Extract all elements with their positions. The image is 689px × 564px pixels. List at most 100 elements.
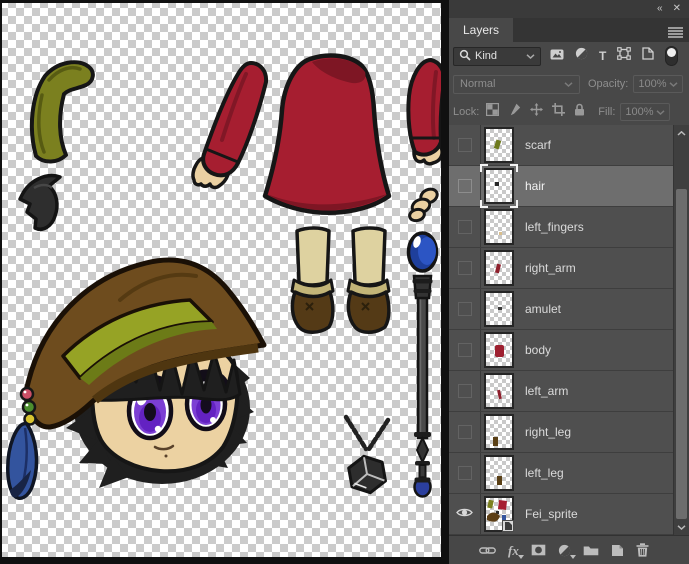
- new-adjustment-layer-icon[interactable]: [558, 544, 571, 557]
- canvas-border-top: [0, 0, 449, 3]
- tab-layers[interactable]: Layers: [449, 18, 513, 42]
- new-layer-icon[interactable]: [611, 544, 624, 557]
- scrollbar-thumb[interactable]: [676, 189, 687, 519]
- layer-row-scarf[interactable]: scarf: [449, 125, 673, 166]
- layer-row-body[interactable]: body: [449, 330, 673, 371]
- dropdown-arrow-icon: [570, 555, 576, 559]
- layer-name[interactable]: hair: [525, 179, 545, 193]
- delete-layer-icon[interactable]: [636, 543, 649, 557]
- visibility-toggle[interactable]: [449, 248, 481, 288]
- layer-thumbnail[interactable]: [484, 127, 514, 163]
- layer-name[interactable]: left_leg: [525, 466, 564, 480]
- smart-objects-filter-icon[interactable]: [642, 47, 654, 65]
- scarf-art: [32, 62, 93, 161]
- thumbnail-select-bracket: [510, 200, 518, 208]
- layer-thumbnail[interactable]: [484, 455, 514, 491]
- filter-bar: Kind T: [449, 42, 689, 70]
- scroll-down-icon[interactable]: [674, 520, 689, 534]
- type-layers-filter-icon[interactable]: T: [599, 50, 606, 62]
- layer-name[interactable]: amulet: [525, 302, 561, 316]
- chevron-down-icon: [669, 78, 678, 90]
- layer-thumbnail[interactable]: [484, 373, 514, 409]
- lock-image-pixels-icon[interactable]: [508, 103, 521, 121]
- document-canvas[interactable]: [0, 0, 449, 564]
- visibility-off-box: [458, 384, 472, 398]
- visibility-toggle[interactable]: [449, 125, 481, 165]
- layer-row-right-arm[interactable]: right_arm: [449, 248, 673, 289]
- layer-row-hair[interactable]: hair: [449, 166, 673, 207]
- lock-all-icon[interactable]: [574, 103, 585, 121]
- visibility-toggle[interactable]: [449, 330, 481, 370]
- lock-position-icon[interactable]: [530, 103, 543, 121]
- fill-value: 100%: [625, 106, 653, 118]
- sprite-artwork: [0, 0, 449, 564]
- layer-thumbnail[interactable]: [484, 291, 514, 327]
- chevron-down-icon: [656, 106, 665, 118]
- canvas-border-bottom: [0, 557, 449, 564]
- visibility-toggle[interactable]: [449, 412, 481, 452]
- visibility-toggle[interactable]: [449, 166, 481, 206]
- pixel-layers-filter-icon[interactable]: [550, 47, 564, 65]
- thumbnail-select-bracket: [480, 200, 488, 208]
- lock-icons: [486, 103, 585, 121]
- visibility-toggle[interactable]: [449, 207, 481, 247]
- head-art: [8, 260, 264, 498]
- layer-row-left-leg[interactable]: left_leg: [449, 453, 673, 494]
- layer-thumbnail[interactable]: [484, 168, 514, 204]
- layer-thumbnail[interactable]: [484, 332, 514, 368]
- layer-row-amulet[interactable]: amulet: [449, 289, 673, 330]
- layer-name[interactable]: left_fingers: [525, 220, 584, 234]
- layer-name[interactable]: body: [525, 343, 551, 357]
- layer-name[interactable]: right_leg: [525, 425, 571, 439]
- layer-name[interactable]: left_arm: [525, 384, 568, 398]
- scroll-up-icon[interactable]: [674, 126, 689, 140]
- layers-bottom-toolbar: fx: [449, 535, 689, 564]
- amulet-art: [346, 417, 388, 496]
- dropdown-arrow-icon: [518, 555, 524, 559]
- lock-artboard-nesting-icon[interactable]: [552, 103, 565, 121]
- blend-mode-dropdown[interactable]: Normal: [453, 75, 580, 94]
- layer-thumbnail[interactable]: [484, 250, 514, 286]
- visibility-toggle[interactable]: [449, 371, 481, 411]
- adjustment-layers-filter-icon[interactable]: [575, 47, 588, 65]
- collapse-panel-icon[interactable]: «: [657, 4, 663, 14]
- layer-name[interactable]: Fei_sprite: [525, 507, 578, 521]
- lock-transparent-pixels-icon[interactable]: [486, 103, 499, 121]
- layer-name[interactable]: right_arm: [525, 261, 576, 275]
- panel-menu-icon[interactable]: [668, 25, 683, 43]
- visibility-toggle[interactable]: [449, 494, 481, 534]
- layer-thumbnail[interactable]: [484, 209, 514, 245]
- blend-mode-value: Normal: [460, 78, 495, 90]
- visibility-toggle[interactable]: [449, 453, 481, 493]
- filter-icons: T: [550, 46, 678, 66]
- layer-list-scrollbar[interactable]: [673, 125, 689, 535]
- layer-row-left-fingers[interactable]: left_fingers: [449, 207, 673, 248]
- layer-name[interactable]: scarf: [525, 138, 551, 152]
- visibility-off-box: [458, 425, 472, 439]
- fill-input[interactable]: 100%: [620, 103, 670, 121]
- layer-thumbnail[interactable]: [484, 496, 514, 532]
- layer-row-fei-sprite[interactable]: Fei_sprite: [449, 494, 673, 535]
- fingers-art: [408, 187, 439, 223]
- visibility-off-box: [458, 261, 472, 275]
- shape-layers-filter-icon[interactable]: [617, 47, 631, 65]
- chevron-down-icon: [564, 78, 573, 90]
- eye-icon: [456, 505, 473, 523]
- add-layer-mask-icon[interactable]: [531, 544, 546, 556]
- layer-row-left-arm[interactable]: left_arm: [449, 371, 673, 412]
- close-panel-icon[interactable]: ✕: [673, 4, 681, 14]
- blend-bar: Normal Opacity: 100%: [449, 70, 689, 98]
- panel-tabbar: Layers: [449, 18, 689, 42]
- layers-panel: « ✕ Layers Kind: [449, 0, 689, 564]
- filtering-toggle[interactable]: [665, 46, 678, 66]
- layer-row-right-leg[interactable]: right_leg: [449, 412, 673, 453]
- link-layers-icon[interactable]: [479, 546, 496, 555]
- visibility-toggle[interactable]: [449, 289, 481, 329]
- opacity-input[interactable]: 100%: [633, 75, 683, 93]
- layer-thumbnail[interactable]: [484, 414, 514, 450]
- filter-kind-dropdown[interactable]: Kind: [453, 47, 541, 66]
- new-group-icon[interactable]: [583, 544, 599, 556]
- chevron-down-icon: [526, 50, 535, 62]
- layer-styles-icon[interactable]: fx: [508, 544, 519, 557]
- visibility-off-box: [458, 138, 472, 152]
